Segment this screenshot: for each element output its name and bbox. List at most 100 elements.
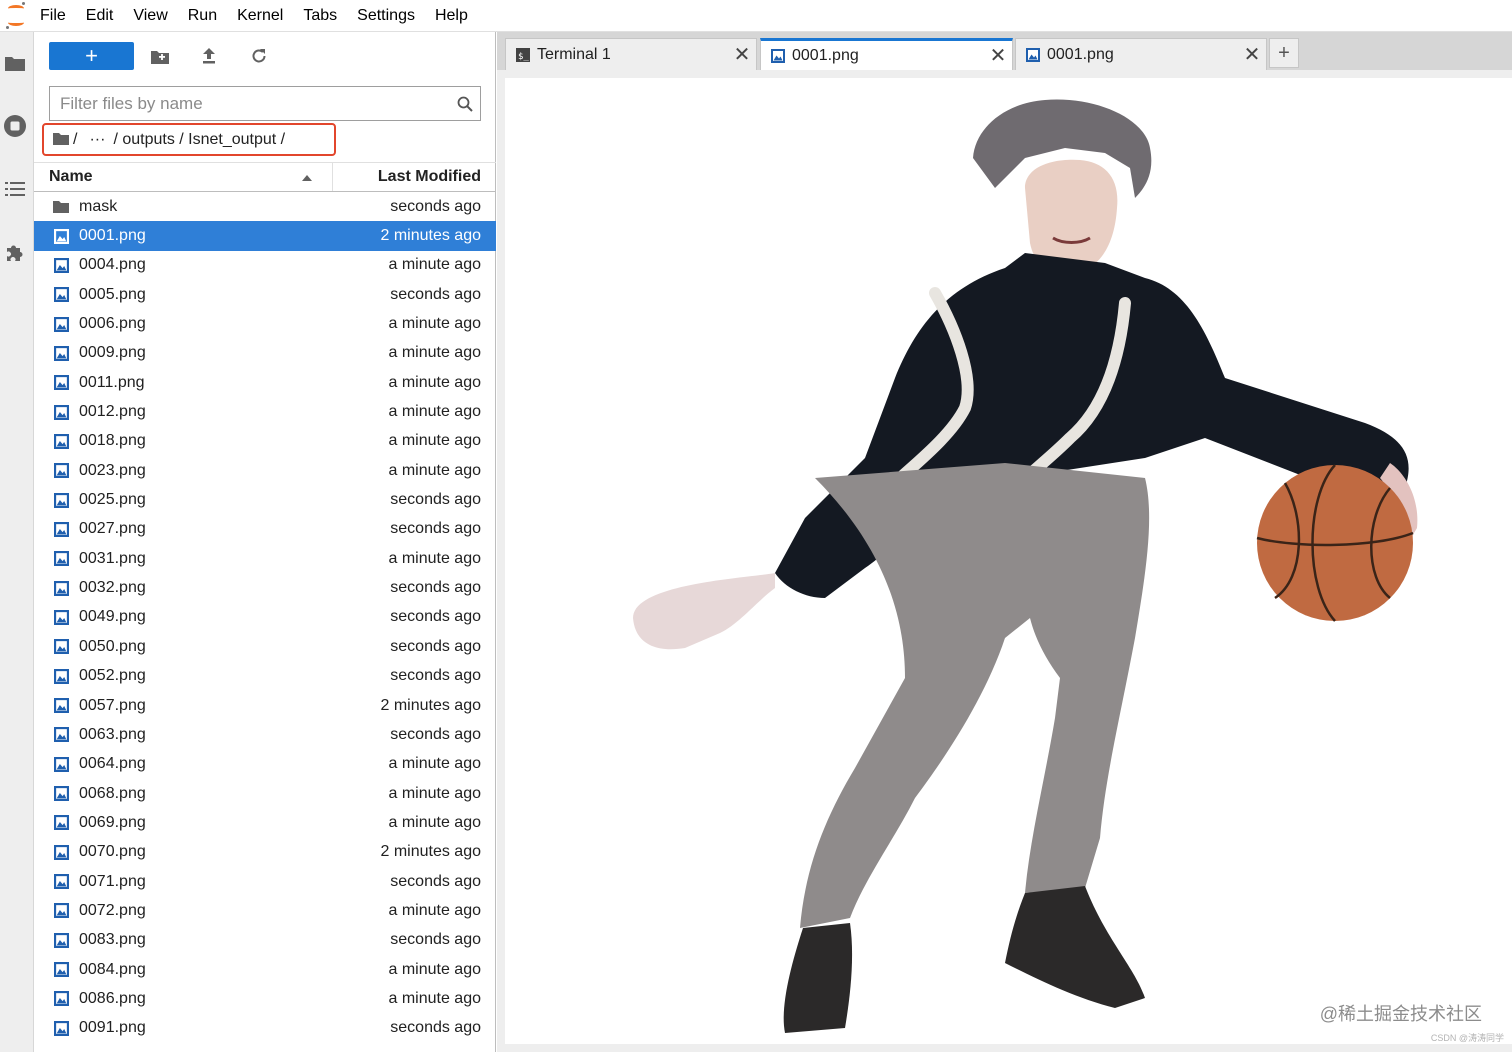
running-icon[interactable] [3, 114, 27, 138]
file-list-item[interactable]: 0086.png a minute ago [34, 984, 496, 1013]
file-name: 0009.png [79, 344, 146, 362]
file-name: 0063.png [79, 725, 146, 743]
tab-terminal-1[interactable]: $_ Terminal 1 ✕ [505, 38, 757, 70]
file-list-item[interactable]: 0063.png seconds ago [34, 720, 496, 749]
file-list-item[interactable]: 0025.png seconds ago [34, 485, 496, 514]
file-list-item[interactable]: 0049.png seconds ago [34, 603, 496, 632]
file-list-item[interactable]: 0068.png a minute ago [34, 779, 496, 808]
file-filter-input[interactable] [50, 93, 450, 114]
file-list-item[interactable]: 0072.png a minute ago [34, 896, 496, 925]
toc-icon[interactable] [3, 177, 27, 201]
breadcrumb-home-folder-icon[interactable] [53, 131, 69, 149]
refresh-icon[interactable] [247, 44, 271, 68]
tab-label: 0001.png [1047, 45, 1114, 63]
file-list-item[interactable]: 0011.png a minute ago [34, 368, 496, 397]
close-icon[interactable]: ✕ [984, 43, 1012, 68]
file-modified: 2 minutes ago [380, 843, 481, 861]
file-name: 0086.png [79, 989, 146, 1007]
file-modified: a minute ago [388, 432, 481, 450]
menu-help[interactable]: Help [425, 0, 478, 32]
file-list-item[interactable]: 0084.png a minute ago [34, 955, 496, 984]
tab-0001-png-active[interactable]: 0001.png ✕ [760, 38, 1013, 70]
file-list-item[interactable]: 0027.png seconds ago [34, 515, 496, 544]
menu-view[interactable]: View [123, 0, 177, 32]
file-list-item[interactable]: 0050.png seconds ago [34, 632, 496, 661]
file-modified: seconds ago [390, 931, 481, 949]
file-modified: a minute ago [388, 960, 481, 978]
file-name: 0064.png [79, 755, 146, 773]
image-icon [52, 786, 70, 802]
file-list-item[interactable]: 0064.png a minute ago [34, 750, 496, 779]
breadcrumb-root[interactable]: / [73, 131, 77, 149]
file-modified: a minute ago [388, 373, 481, 391]
file-list-item[interactable]: mask seconds ago [34, 192, 496, 221]
image-icon [52, 345, 70, 361]
file-list-item[interactable]: 0012.png a minute ago [34, 397, 496, 426]
file-list: mask seconds ago 0001.png 2 minutes ago 0004… [34, 192, 496, 1043]
menu-run[interactable]: Run [178, 0, 227, 32]
activity-bar [0, 32, 34, 1052]
search-icon [450, 96, 480, 112]
upload-icon[interactable] [197, 44, 221, 68]
svg-text:$_: $_ [518, 52, 529, 62]
file-name: 0018.png [79, 432, 146, 450]
menu-edit[interactable]: Edit [76, 0, 124, 32]
file-list-item[interactable]: 0070.png 2 minutes ago [34, 838, 496, 867]
menu-settings[interactable]: Settings [347, 0, 425, 32]
image-icon [52, 668, 70, 684]
close-icon[interactable]: ✕ [728, 42, 756, 67]
breadcrumb-path[interactable]: / outputs / Isnet_output / [113, 131, 285, 149]
file-list-item[interactable]: 0083.png seconds ago [34, 926, 496, 955]
name-column-header[interactable]: Name [34, 163, 333, 191]
file-name: 0071.png [79, 872, 146, 890]
file-list-item[interactable]: 0052.png seconds ago [34, 662, 496, 691]
sort-ascending-icon [302, 168, 312, 186]
add-tab-button[interactable]: + [1269, 38, 1299, 68]
file-list-item[interactable]: 0031.png a minute ago [34, 544, 496, 573]
image-icon [52, 639, 70, 655]
file-list-item[interactable]: 0001.png 2 minutes ago [34, 221, 496, 251]
tab-label: 0001.png [792, 46, 859, 64]
folder-icon [52, 199, 70, 215]
last-modified-column-header[interactable]: Last Modified [333, 168, 496, 186]
file-list-item[interactable]: 0009.png a minute ago [34, 339, 496, 368]
image-icon [52, 463, 70, 479]
file-list-item[interactable]: 0091.png seconds ago [34, 1014, 496, 1043]
file-list-item[interactable]: 0032.png seconds ago [34, 573, 496, 602]
file-list-item[interactable]: 0005.png seconds ago [34, 280, 496, 309]
name-header-label: Name [49, 168, 93, 185]
folder-icon[interactable] [3, 51, 27, 75]
image-icon [52, 521, 70, 537]
file-modified: 2 minutes ago [380, 696, 481, 714]
image-icon [52, 316, 70, 332]
file-browser: + / ··· / outputs / Isnet_output / Name [34, 32, 496, 1052]
menu-file[interactable]: File [30, 0, 76, 32]
breadcrumb: / ··· / outputs / Isnet_output / [42, 123, 336, 156]
tab-bar: $_ Terminal 1 ✕ 0001.png ✕ 0001.png ✕ + [497, 32, 1512, 70]
image-icon [52, 962, 70, 978]
file-list-item[interactable]: 0023.png a minute ago [34, 456, 496, 485]
image-icon [52, 991, 70, 1007]
image-icon [52, 375, 70, 391]
file-list-item[interactable]: 0069.png a minute ago [34, 808, 496, 837]
tab-0001-png[interactable]: 0001.png ✕ [1015, 38, 1267, 70]
file-filter-field[interactable] [49, 86, 481, 121]
breadcrumb-ellipsis[interactable]: ··· [89, 131, 105, 149]
file-name: 0049.png [79, 608, 146, 626]
tab-label: Terminal 1 [537, 45, 611, 63]
close-icon[interactable]: ✕ [1238, 42, 1266, 67]
extension-icon[interactable] [3, 240, 27, 264]
new-folder-icon[interactable] [148, 44, 172, 68]
file-list-item[interactable]: 0071.png seconds ago [34, 867, 496, 896]
file-list-item[interactable]: 0018.png a minute ago [34, 427, 496, 456]
image-icon [52, 609, 70, 625]
menu-kernel[interactable]: Kernel [227, 0, 293, 32]
new-launcher-button[interactable]: + [49, 42, 134, 70]
watermark: @稀土掘金技术社区 [1319, 1004, 1482, 1024]
file-list-item[interactable]: 0006.png a minute ago [34, 309, 496, 338]
file-modified: a minute ago [388, 901, 481, 919]
file-list-item[interactable]: 0057.png 2 minutes ago [34, 691, 496, 720]
image-icon [52, 698, 70, 714]
file-list-item[interactable]: 0004.png a minute ago [34, 251, 496, 280]
menu-tabs[interactable]: Tabs [293, 0, 347, 32]
